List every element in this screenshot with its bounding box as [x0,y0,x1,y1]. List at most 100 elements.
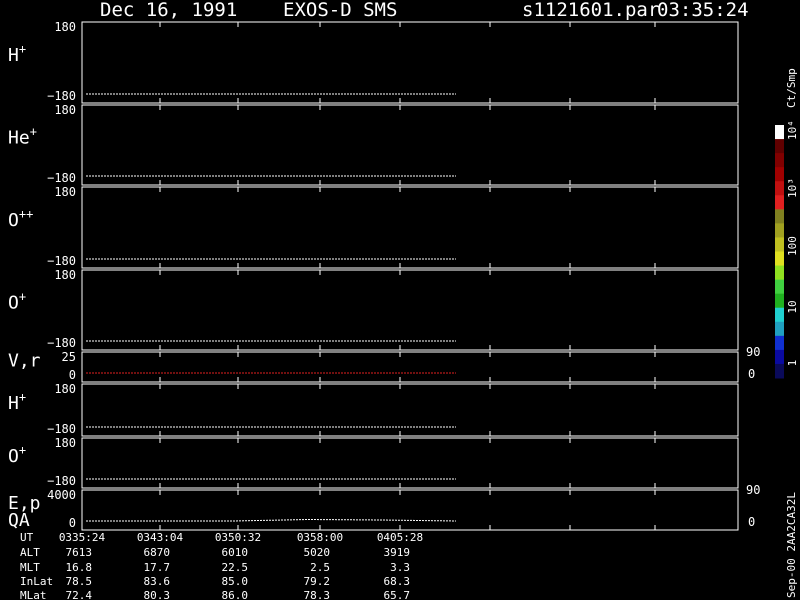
panel-frame [81,383,739,437]
footer-cell: 2.5 [310,561,330,574]
y-tick-top: 180 [54,20,76,34]
colorbar-tick: 10³ [786,178,799,198]
panel-label-2: QA [8,510,30,531]
panel-label-sup: + [19,42,26,56]
colorbar-label: Ct/Smp [785,68,798,108]
panel-7: E,pQA40000900 [8,483,760,531]
right-axis-bottom: 0 [748,515,755,529]
panel-frame [81,489,739,531]
colorbar-segment [775,237,784,252]
colorbar-tick: 10⁴ [786,120,799,140]
footer-cell: 6010 [222,546,249,559]
colorbar-segment [775,223,784,238]
header-mission: EXOS-D SMS [283,0,397,21]
colorbar-tick: 1 [786,360,799,367]
footer-cell: 65.7 [384,589,411,600]
footer-cell: 16.8 [66,561,93,574]
footer-cell: 0350:32 [215,531,261,544]
panel-label-sup: ++ [19,207,33,221]
colorbar-segment [775,181,784,196]
colorbar: 1 10 100 10³ 10⁴ Ct/Smp [775,68,799,379]
y-tick-top: 180 [54,268,76,282]
footer-row-label: ALT [20,546,40,559]
footer-table: UT ALT MLTInLatMLat 0335:24 7613 16.878.572.4… [20,531,423,600]
panel-frame [81,351,739,383]
footer-cell: 17.7 [144,561,171,574]
footer-cell: 3919 [384,546,411,559]
colorbar-segment [775,251,784,267]
colorbar-tick: 100 [786,236,799,256]
footer-row-label: MLat [20,589,47,600]
y-tick-bottom: 0 [69,516,76,530]
footer-cell: 85.0 [222,575,249,588]
right-axis-top: 90 [746,345,760,359]
footer-cell: 5020 [304,546,331,559]
footer-cell: 7613 [66,546,93,559]
right-axis-bottom: 0 [748,367,755,381]
y-tick-top: 180 [54,185,76,199]
footer-row-label: MLT [20,561,40,574]
colorbar-tick: 10 [786,300,799,313]
y-tick-top: 4000 [47,488,76,502]
panel-label-sup: + [19,289,26,303]
y-tick-top: 180 [54,436,76,450]
colorbar-segment [775,167,784,182]
panel-5: H+ 180 −180 [8,382,739,437]
panel-label: H+ [8,390,26,414]
panel-0: H+ 180 −180 [8,20,739,104]
footer-cell: 0335:24 [59,531,106,544]
panel-1: He+ 180 −180 [8,103,739,186]
panel-6: O+ 180 −180 [8,436,739,489]
panel-label: O+ [8,289,26,313]
panel-frame [81,186,739,269]
panel-label: H+ [8,42,26,66]
colorbar-segment [775,349,784,365]
footer-cell: 72.4 [66,589,93,600]
panel-label: O++ [8,207,33,231]
y-tick-bottom: −180 [47,422,76,436]
footer-cell: 68.3 [384,575,411,588]
panel-label: He+ [8,124,37,148]
footer-row-label: UT [20,531,34,544]
y-tick-bottom: 0 [69,368,76,382]
header-date: Dec 16, 1991 [100,0,237,21]
y-tick-top: 25 [62,350,76,364]
footer-cell: 80.3 [144,589,171,600]
y-tick-top: 180 [54,103,76,117]
colorbar-segment [775,335,784,351]
colorbar-segment [775,321,784,337]
colorbar-segment [775,139,784,154]
panel-3: O+ 180 −180 [8,268,739,351]
plot-canvas: Dec 16, 1991 EXOS-D SMS s1121601.par 03:… [8,0,799,600]
footer-cell: 86.0 [222,589,249,600]
colorbar-segment [775,265,784,281]
panel-2: O++ 180 −180 [8,185,739,269]
colorbar-segment [775,195,784,210]
panel-label: V,r [8,350,41,371]
colorbar-segment [775,293,784,309]
panels-group: H+180−180He+180−180O++180−180O+180−180V,… [8,20,760,531]
footer-cell: 78.5 [66,575,93,588]
panel-4: V,r 25 0 90 0 [8,345,760,383]
y-tick-bottom: −180 [47,336,76,350]
panel-label-sup: + [19,443,26,457]
right-axis-top: 90 [746,483,760,497]
y-tick-bottom: −180 [47,474,76,488]
colorbar-segment [775,363,784,379]
panel-label: O+ [8,443,26,467]
series-line [86,518,457,522]
footer-cell: 0343:04 [137,531,184,544]
panel-frame [81,21,739,104]
colorbar-segment [775,279,784,295]
footer-row-label: InLat [20,575,53,588]
panel-frame [81,269,739,351]
colorbar-segment [775,209,784,224]
version-label: Sep-00 2AA2CA32L [785,492,798,598]
y-tick-bottom: −180 [47,171,76,185]
y-tick-top: 180 [54,382,76,396]
panel-frame [81,104,739,186]
footer-cell: 0405:28 [377,531,423,544]
footer-cell: 6870 [144,546,171,559]
header-time: 03:35:24 [657,0,749,21]
footer-cell: 3.3 [390,561,410,574]
